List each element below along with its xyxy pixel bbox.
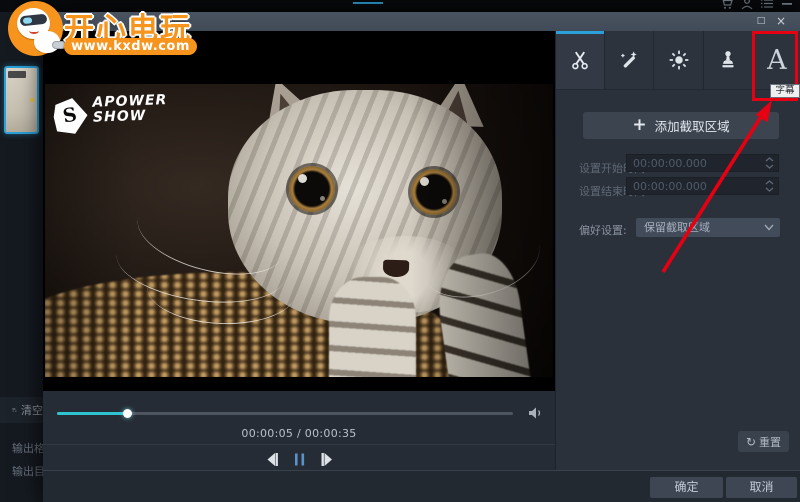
chevron-down-icon bbox=[764, 224, 774, 231]
player-separator bbox=[43, 444, 555, 445]
reset-button[interactable]: ↻ 重置 bbox=[738, 431, 789, 452]
start-time-input[interactable] bbox=[626, 154, 779, 172]
previous-frame-button[interactable] bbox=[264, 452, 280, 467]
seek-handle[interactable] bbox=[123, 409, 132, 418]
brightness-icon bbox=[668, 49, 690, 71]
tool-panel: A + 添加截取区域 设置开始时间: 设置结束时间: 偏好设置: 保留截取区域 bbox=[555, 31, 800, 470]
end-time-input[interactable] bbox=[626, 177, 779, 195]
start-time-spinner[interactable] bbox=[761, 154, 777, 172]
add-crop-region-label: 添加截取区域 bbox=[655, 116, 730, 135]
reset-icon: ↻ bbox=[746, 435, 756, 449]
preference-dropdown[interactable]: 保留截取区域 bbox=[636, 218, 780, 237]
letter-a-icon: A bbox=[767, 47, 787, 74]
background-tab-indicator bbox=[353, 2, 383, 4]
video-preview: S Apower Show bbox=[43, 31, 555, 391]
tab-watermark[interactable] bbox=[704, 31, 753, 89]
background-titlebar-icons bbox=[720, 0, 800, 10]
mascot-icon bbox=[8, 1, 63, 56]
cart-icon[interactable] bbox=[720, 0, 733, 10]
apowershow-watermark: S Apower Show bbox=[52, 90, 174, 142]
edit-video-dialog: □ × S bbox=[43, 12, 800, 502]
pause-button[interactable] bbox=[292, 452, 308, 467]
next-frame-button[interactable] bbox=[319, 452, 335, 467]
user-icon[interactable] bbox=[741, 0, 753, 10]
seek-bar-fill bbox=[57, 412, 128, 415]
dialog-footer: 确定 取消 bbox=[43, 470, 800, 502]
minimize-icon[interactable] bbox=[781, 0, 793, 10]
subtitle-tooltip: 字幕 bbox=[770, 84, 800, 98]
thumbnail-dot bbox=[30, 98, 34, 102]
clear-list-button[interactable]: 清空 bbox=[0, 397, 43, 423]
preference-label: 偏好设置: bbox=[579, 222, 627, 238]
apowershow-logo-icon: S bbox=[52, 97, 89, 136]
stamp-icon bbox=[718, 50, 738, 70]
volume-icon[interactable] bbox=[526, 404, 544, 422]
tab-crop[interactable] bbox=[556, 31, 605, 89]
reset-label: 重置 bbox=[759, 434, 781, 450]
scissors-icon bbox=[570, 50, 590, 70]
brand-site: www.kxdw.com bbox=[64, 38, 197, 55]
clear-list-label: 清空 bbox=[21, 402, 43, 418]
close-button[interactable]: × bbox=[774, 15, 788, 28]
confirm-button[interactable]: 确定 bbox=[650, 477, 723, 498]
end-time-spinner[interactable] bbox=[761, 177, 777, 195]
menu-list-icon[interactable] bbox=[761, 0, 773, 10]
tab-subtitle[interactable]: A bbox=[753, 31, 800, 89]
video-list-thumbnail[interactable] bbox=[4, 66, 39, 134]
add-crop-region-button[interactable]: + 添加截取区域 bbox=[583, 112, 779, 139]
clear-list-icon bbox=[12, 404, 17, 416]
thumbnail-watermark bbox=[8, 71, 26, 78]
tool-tabs: A bbox=[556, 31, 800, 90]
kxdw-watermark: 开心电玩 www.kxdw.com bbox=[0, 0, 205, 58]
watermark-line2: Show bbox=[93, 108, 168, 126]
time-display: 00:00:05 / 00:00:35 bbox=[43, 427, 555, 440]
cancel-button[interactable]: 取消 bbox=[726, 477, 797, 498]
player-controls: 00:00:05 / 00:00:35 bbox=[43, 391, 555, 470]
tab-adjust[interactable] bbox=[654, 31, 703, 89]
cat-photo: S Apower Show bbox=[45, 84, 553, 377]
tab-effects[interactable] bbox=[605, 31, 654, 89]
plus-icon: + bbox=[632, 117, 646, 134]
maximize-button[interactable]: □ bbox=[754, 15, 768, 28]
magic-wand-icon bbox=[619, 50, 639, 70]
screen: 清空 输出格式: 输出目录: □ × bbox=[0, 0, 800, 502]
preference-value: 保留截取区域 bbox=[644, 221, 710, 234]
seek-bar[interactable] bbox=[57, 412, 513, 415]
